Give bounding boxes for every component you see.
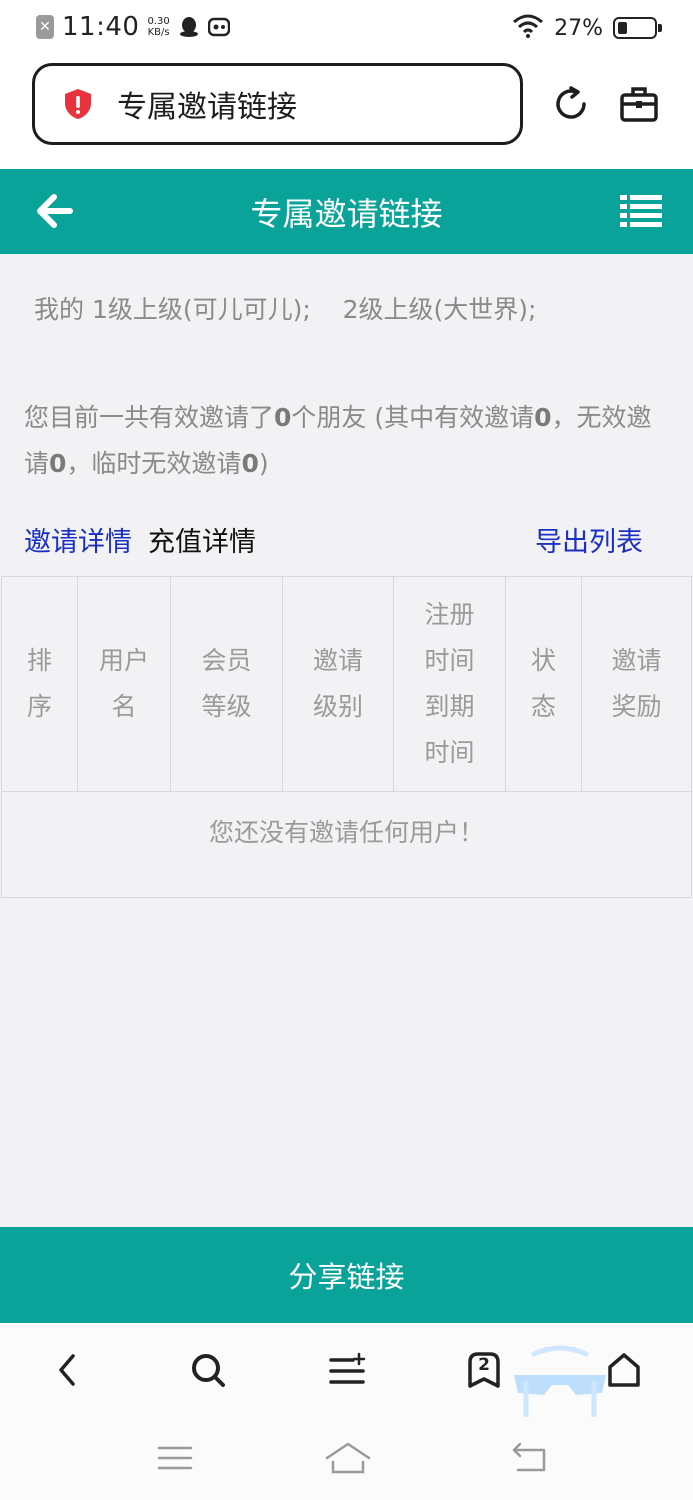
toolbox-button[interactable] — [617, 82, 661, 126]
share-link-button[interactable]: 分享链接 — [0, 1227, 693, 1323]
empty-table-message: 您还没有邀请任何用户！ — [208, 818, 484, 847]
battery-icon — [613, 17, 662, 39]
column-header-reward: 邀请 奖励 — [611, 646, 662, 721]
game-controller-icon — [207, 15, 230, 39]
invite-table: 排 序 用户 名 会员 等级 邀请 级别 注册 时间 到期 时间 状 态 邀请 … — [1, 576, 692, 898]
refresh-button[interactable] — [549, 82, 593, 126]
menu-list-icon — [329, 1352, 366, 1384]
browser-toolbar: 专属邀请链接 — [0, 58, 693, 169]
refresh-icon — [556, 86, 586, 119]
address-bar[interactable]: 专属邀请链接 — [32, 63, 523, 145]
status-bar: ✕ 11:40 0.30 KB/s 27% — [0, 0, 693, 58]
column-header-register-expire-time: 注册 时间 到期 时间 — [394, 577, 506, 791]
tab-recharge-details[interactable]: 充值详情 — [148, 520, 256, 559]
browser-menu-button[interactable] — [325, 1348, 369, 1392]
superior-info: 我的 1级上级(可儿可儿); 2级上级(大世界); — [34, 295, 537, 324]
column-header-rank: 排 序 — [2, 577, 78, 791]
invite-summary: 您目前一共有效邀请了0个朋友 (其中有效邀请0，无效邀请0，临时无效邀请0) — [24, 403, 652, 478]
back-icon — [59, 1354, 75, 1386]
toolbox-icon — [620, 87, 658, 122]
battery-level — [618, 22, 627, 34]
page-title: 专属邀请链接 — [250, 195, 443, 233]
home-nav-icon[interactable] — [325, 1440, 371, 1476]
network-speed: 0.30 KB/s — [147, 16, 170, 38]
back-nav-icon[interactable] — [510, 1440, 550, 1476]
tab-invite-details[interactable]: 邀请详情 — [24, 520, 132, 559]
valid-invites: 0 — [534, 403, 552, 432]
tabs-count: 2 — [478, 1355, 490, 1375]
list-menu-icon[interactable] — [620, 193, 662, 229]
column-header-status: 状 态 — [506, 577, 582, 791]
page-header: 专属邀请链接 — [0, 169, 693, 254]
address-bar-title: 专属邀请链接 — [117, 90, 297, 125]
security-shield-icon — [65, 89, 91, 119]
browser-bottom-nav: 2 — [0, 1323, 693, 1418]
temp-invalid-invites: 0 — [241, 449, 259, 478]
search-icon — [192, 1354, 225, 1387]
table-header: 排 序 用户 名 会员 等级 邀请 级别 注册 时间 到期 时间 状 态 邀请 … — [2, 577, 691, 792]
browser-search-button[interactable] — [186, 1348, 230, 1392]
invalid-invites: 0 — [49, 449, 67, 478]
browser-home-button[interactable] — [602, 1348, 646, 1392]
browser-back-button[interactable] — [46, 1348, 90, 1392]
total-invites: 0 — [274, 403, 292, 432]
clock: 11:40 — [62, 12, 140, 42]
home-icon — [608, 1353, 640, 1387]
share-link-label: 分享链接 — [288, 1260, 405, 1294]
browser-tabs-button[interactable]: 2 — [462, 1348, 506, 1392]
recents-icon[interactable] — [155, 1440, 195, 1476]
battery-percent: 27% — [554, 15, 603, 41]
glasses-decoration — [512, 1345, 608, 1419]
export-list-link[interactable]: 导出列表 — [535, 520, 643, 559]
wifi-icon — [512, 14, 544, 42]
close-notification-icon: ✕ — [36, 15, 54, 39]
system-nav-bar — [0, 1418, 693, 1500]
qq-penguin-icon — [178, 15, 200, 39]
column-header-invite-level: 邀请 级别 — [283, 577, 394, 791]
column-header-member-level: 会员 等级 — [171, 577, 283, 791]
column-header-username: 用户 名 — [78, 577, 171, 791]
